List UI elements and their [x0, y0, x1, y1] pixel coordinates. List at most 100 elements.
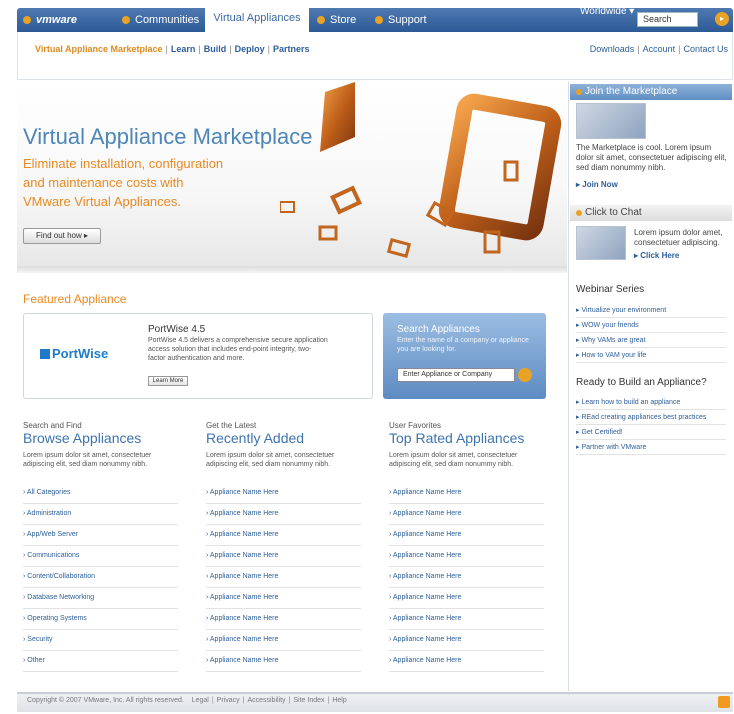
search-input[interactable]: Search	[637, 12, 698, 27]
list-divider	[206, 608, 361, 609]
sidebar-link[interactable]: ▸ Virtualize your environment	[576, 306, 666, 314]
list-divider	[206, 650, 361, 651]
join-now-link[interactable]: ▸ Join Now	[576, 180, 618, 189]
column-list-item[interactable]: › Appliance Name Here	[206, 489, 278, 496]
subnav-deploy[interactable]: Deploy	[235, 44, 265, 54]
column-list-item[interactable]: › Appliance Name Here	[206, 552, 278, 559]
column-list-item[interactable]: › Appliance Name Here	[206, 615, 278, 622]
list-divider	[23, 503, 178, 504]
sidebar-link[interactable]: ▸ WOW your friends	[576, 321, 639, 329]
portwise-logo-icon	[40, 349, 50, 359]
sub-nav: Virtual Appliance Marketplace | Learn | Buil…	[17, 32, 733, 80]
list-divider	[389, 671, 544, 672]
click-here-link[interactable]: ▸ Click Here	[634, 251, 679, 260]
search-go-icon[interactable]: ▸	[715, 12, 729, 26]
worldwide-dropdown[interactable]: Worldwide ▾	[580, 5, 634, 19]
featured-heading: Featured Appliance	[23, 292, 127, 306]
downloads-link[interactable]: Downloads	[590, 44, 635, 54]
contact-us-link[interactable]: Contact Us	[683, 44, 728, 54]
column-list-item[interactable]: › Appliance Name Here	[389, 552, 461, 559]
list-divider	[23, 587, 178, 588]
breadcrumb: Virtual Appliance Marketplace | Learn | Buil…	[35, 44, 310, 54]
column-list-item[interactable]: › All Categories	[23, 489, 70, 496]
list-divider	[206, 671, 361, 672]
list-divider	[206, 587, 361, 588]
featured-product-title: PortWise 4.5	[148, 324, 206, 335]
nav-store[interactable]: Store	[317, 8, 356, 32]
sidebar-link[interactable]: ▸ Partner with VMware	[576, 443, 646, 451]
sidebar-divider	[576, 347, 726, 348]
subnav-learn[interactable]: Learn	[171, 44, 196, 54]
column-list-item[interactable]: › Appliance Name Here	[206, 657, 278, 664]
sidebar-divider	[576, 332, 726, 333]
sidebar-divider	[576, 439, 726, 440]
sidebar-link[interactable]: ▸ Learn how to build an appliance	[576, 398, 680, 406]
column-list-item[interactable]: › Appliance Name Here	[206, 510, 278, 517]
sidebar-link[interactable]: ▸ Get Certified!	[576, 428, 623, 436]
subnav-partners[interactable]: Partners	[273, 44, 310, 54]
column-list-item[interactable]: › Appliance Name Here	[389, 636, 461, 643]
build-heading: Ready to Build an Appliance?	[576, 377, 707, 388]
learn-more-button[interactable]: Learn More	[148, 376, 188, 386]
column-list-item[interactable]: › Appliance Name Here	[206, 531, 278, 538]
list-divider	[389, 545, 544, 546]
account-link[interactable]: Account	[643, 44, 676, 54]
column-list-item[interactable]: › Appliance Name Here	[389, 573, 461, 580]
list-divider	[23, 524, 178, 525]
sidebar-link[interactable]: ▸ How to VAM your life	[576, 351, 646, 359]
column-list-item[interactable]: › Content/Collaboration	[23, 573, 95, 580]
column-list-item[interactable]: › Appliance Name Here	[389, 657, 461, 664]
footer-site-index-link[interactable]: Site Index	[293, 697, 324, 704]
list-divider	[23, 671, 178, 672]
appliance-search-input[interactable]: Enter Appliance or Company	[397, 368, 515, 382]
list-divider	[389, 587, 544, 588]
portwise-logo[interactable]: PortWise	[40, 346, 108, 361]
column-list-item[interactable]: › Appliance Name Here	[389, 615, 461, 622]
hero-subtitle: Eliminate installation, configuration an…	[23, 154, 223, 211]
column-list-item[interactable]: › Appliance Name Here	[389, 594, 461, 601]
column-title: Recently Added	[206, 430, 305, 446]
column-list-item[interactable]: › Database Networking	[23, 594, 94, 601]
column-list-item[interactable]: › Appliance Name Here	[206, 573, 278, 580]
column-list-item[interactable]: › Appliance Name Here	[206, 594, 278, 601]
hero-subtitle-line: Eliminate installation, configuration	[23, 156, 224, 171]
column-list-item[interactable]: › Appliance Name Here	[206, 636, 278, 643]
join-marketplace-header: Join the Marketplace	[570, 84, 732, 100]
find-out-how-button[interactable]: Find out how ▸	[23, 228, 101, 244]
sidebar-link[interactable]: ▸ Why VAMs are great	[576, 336, 646, 344]
column-list-item[interactable]: › Appliance Name Here	[389, 510, 461, 517]
footer-help-link[interactable]: Help	[332, 697, 346, 704]
column-kicker: Get the Latest	[206, 421, 257, 430]
footer-legal-link[interactable]: Legal	[192, 697, 209, 704]
nav-communities[interactable]: Communities	[122, 8, 199, 32]
tab-virtual-appliances[interactable]: Virtual Appliances	[205, 5, 309, 32]
column-list-item[interactable]: › Operating Systems	[23, 615, 87, 622]
column-list-item[interactable]: › Appliance Name Here	[389, 489, 461, 496]
list-divider	[23, 545, 178, 546]
column-description: Lorem ipsum dolor sit amet, consectetuer…	[389, 452, 518, 468]
footer-accessibility-link[interactable]: Accessibility	[247, 697, 285, 704]
sidebar-divider	[576, 454, 726, 455]
list-divider	[389, 566, 544, 567]
column-list-item[interactable]: › Communications	[23, 552, 79, 559]
footer-privacy-link[interactable]: Privacy	[217, 697, 240, 704]
column-list-item[interactable]: › Administration	[23, 510, 71, 517]
column-kicker: User Favorites	[389, 421, 442, 430]
hero-title: Virtual Appliance Marketplace	[23, 124, 313, 149]
column-list-item[interactable]: › Security	[23, 636, 53, 643]
subnav-build[interactable]: Build	[204, 44, 227, 54]
appliance-search-go-icon[interactable]	[518, 368, 532, 382]
column-description: Lorem ipsum dolor sit amet, consectetuer…	[206, 452, 335, 468]
column-list-item[interactable]: › Other	[23, 657, 45, 664]
vmware-logo[interactable]: vmware	[23, 8, 77, 32]
nav-support[interactable]: Support	[375, 8, 427, 32]
rss-icon[interactable]	[718, 696, 730, 708]
join-text: The Marketplace is cool. Lorem ipsum dol…	[576, 143, 727, 172]
column-list-item[interactable]: › App/Web Server	[23, 531, 78, 538]
list-divider	[389, 503, 544, 504]
sidebar-link[interactable]: ▸ REad creating appliances best practice…	[576, 413, 706, 421]
column-list-item[interactable]: › Appliance Name Here	[389, 531, 461, 538]
list-divider	[206, 629, 361, 630]
list-divider	[389, 629, 544, 630]
chat-text: Lorem ipsum dolor amet, consectetuer adi…	[634, 228, 723, 247]
